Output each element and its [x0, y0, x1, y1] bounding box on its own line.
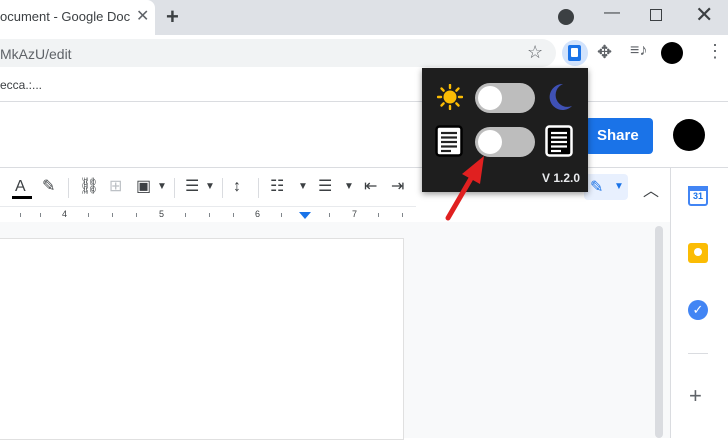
divider — [68, 178, 69, 198]
collapse-toolbar-icon[interactable]: ︿ — [643, 177, 659, 201]
tab-title: ocument - Google Doc — [0, 9, 131, 24]
close-window-button[interactable]: ✕ — [695, 3, 713, 27]
new-tab-button[interactable]: + — [166, 5, 179, 29]
divider — [174, 178, 175, 198]
share-button[interactable]: Share — [585, 118, 653, 154]
tasks-icon[interactable]: ✓ — [688, 300, 708, 320]
align-icon[interactable]: ☰ — [185, 177, 199, 197]
highlight-pen-icon[interactable]: ✎ — [42, 177, 55, 197]
ruler-tick — [233, 213, 234, 217]
ruler-tick — [88, 213, 89, 217]
ruler-tick — [329, 213, 330, 217]
media-control-icon[interactable]: ≡♪ — [630, 42, 647, 60]
maximize-button[interactable] — [650, 9, 662, 21]
numbered-list-icon[interactable]: ☷ — [270, 177, 284, 197]
address-bar[interactable] — [0, 39, 556, 67]
extensions-puzzle-icon[interactable]: ✥ — [597, 42, 612, 63]
ruler-tick — [209, 213, 210, 217]
divider — [258, 178, 259, 198]
docs-title-row — [0, 71, 728, 101]
ruler-number: 6 — [255, 209, 261, 219]
pencil-icon: ✎ — [590, 179, 604, 196]
minimize-button[interactable]: — — [604, 4, 620, 22]
divider — [222, 178, 223, 198]
keep-icon[interactable] — [688, 243, 708, 263]
decrease-indent-icon[interactable]: ⇤ — [364, 177, 377, 197]
ruler-tick — [136, 213, 137, 217]
ruler-number: 5 — [159, 209, 165, 219]
dark-page-icon — [545, 125, 573, 157]
ruler-tick — [378, 213, 379, 217]
bookmark-star-icon[interactable]: ☆ — [527, 42, 543, 63]
ruler-number: 7 — [352, 209, 358, 219]
text-color-swatch — [12, 196, 32, 199]
chevron-down-icon: ▼ — [614, 181, 624, 192]
document-extension-icon — [568, 45, 581, 61]
document-page[interactable] — [0, 238, 404, 440]
ruler-tick — [185, 213, 186, 217]
tab-close-icon[interactable]: ✕ — [136, 7, 149, 27]
ruler-tick — [20, 213, 21, 217]
scrollbar-thumb[interactable] — [655, 226, 663, 438]
version-label: V 1.2.0 — [542, 171, 581, 185]
calendar-icon[interactable]: 31 — [688, 186, 708, 206]
chrome-menu-icon[interactable]: ⋮ — [706, 40, 724, 62]
ruler-tick — [112, 213, 113, 217]
insert-link-icon[interactable]: ⛓ — [79, 177, 99, 197]
add-addon-icon[interactable]: + — [689, 384, 702, 408]
divider — [0, 101, 728, 102]
account-avatar[interactable] — [673, 119, 705, 151]
increase-indent-icon[interactable]: ⇥ — [391, 177, 404, 197]
url-text[interactable]: MkAzU/edit — [0, 46, 72, 62]
insert-image-icon[interactable]: ▣ — [136, 177, 151, 197]
sun-icon — [437, 84, 463, 110]
chevron-down-icon[interactable]: ▼ — [157, 181, 167, 192]
ruler-tick — [281, 213, 282, 217]
line-spacing-icon[interactable]: ↕ — [233, 177, 241, 197]
chevron-down-icon[interactable]: ▼ — [298, 181, 308, 192]
bulleted-list-icon[interactable]: ☰ — [318, 177, 332, 197]
ruler-number: 4 — [62, 209, 68, 219]
browser-profile-avatar[interactable] — [661, 42, 683, 64]
document-title[interactable]: ecca.:... — [0, 78, 42, 92]
ruler-tick — [402, 213, 403, 217]
annotation-arrow-icon — [445, 156, 484, 221]
chevron-down-icon[interactable]: ▼ — [205, 181, 215, 192]
divider — [688, 353, 708, 354]
indent-marker[interactable] — [299, 212, 311, 219]
tab-search-icon[interactable] — [558, 9, 574, 25]
ruler-tick — [40, 213, 41, 217]
toggle-knob — [478, 86, 502, 110]
text-color-icon[interactable]: A — [15, 177, 26, 197]
add-comment-icon[interactable]: ⊞ — [109, 177, 122, 197]
chevron-down-icon[interactable]: ▼ — [344, 181, 354, 192]
moon-icon — [549, 83, 572, 110]
